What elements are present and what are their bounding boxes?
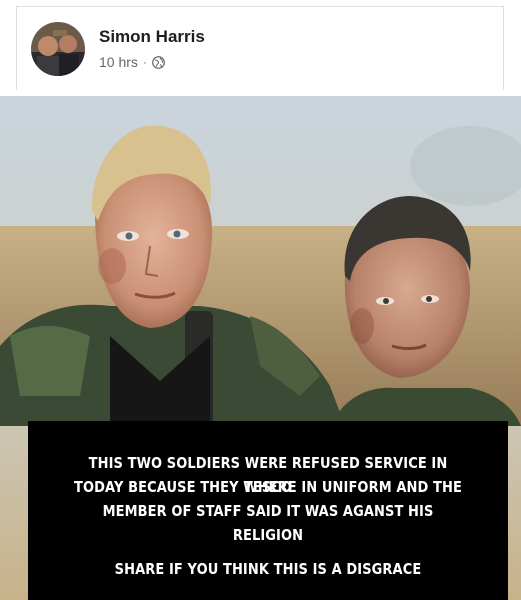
share-call-to-action: SHARE IF YOU THINK THIS IS A DISGRACE	[114, 560, 422, 578]
caption-line: MEMBER OF STAFF SAID IT WAS AGANST HIS R…	[102, 502, 434, 544]
post-time[interactable]: 10 hrs	[99, 54, 138, 70]
post-meta: 10 hrs ·	[99, 54, 165, 70]
post-header: Simon Harris 10 hrs ·	[16, 6, 504, 90]
post-image[interactable]: THIS TWO SOLDIERS WERE REFUSED SERVICE I…	[0, 96, 521, 600]
avatar[interactable]	[31, 22, 85, 76]
globe-icon[interactable]	[152, 55, 165, 69]
caption-box: THIS TWO SOLDIERS WERE REFUSED SERVICE I…	[28, 421, 508, 600]
caption-line: TODAY BECAUSE THEY WHERE IN UNIFORM AND …	[74, 478, 462, 496]
meta-separator: ·	[142, 55, 147, 69]
author-name[interactable]: Simon Harris	[99, 27, 205, 47]
